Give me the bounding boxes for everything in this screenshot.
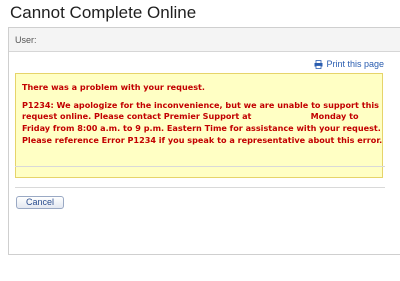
error-message-box: There was a problem with your request. P… (15, 73, 383, 178)
error-message: P1234: We apologize for the inconvenienc… (22, 99, 384, 145)
panel-header: User: (9, 28, 400, 52)
print-link-label: Print this page (326, 59, 384, 69)
page-title: Cannot Complete Online (10, 3, 197, 22)
print-link[interactable]: Print this page (314, 59, 384, 69)
error-title: There was a problem with your request. (22, 82, 205, 92)
content-panel: User: Print this page There was a proble… (8, 27, 400, 255)
divider (15, 187, 385, 188)
divider (15, 166, 385, 167)
cancel-button[interactable]: Cancel (16, 196, 64, 209)
user-label: User: (15, 35, 37, 45)
print-icon (314, 59, 323, 69)
